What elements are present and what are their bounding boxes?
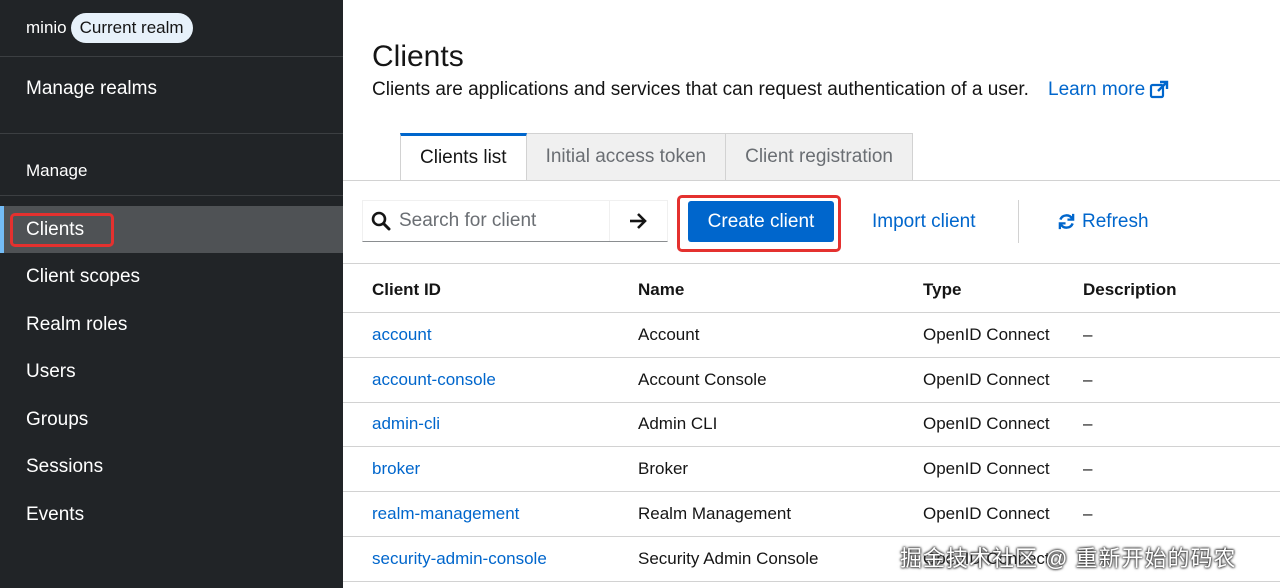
main-content: Clients Clients are applications and ser… <box>343 0 1280 588</box>
sidebar-item-label: Manage realms <box>26 77 157 99</box>
search-input[interactable] <box>399 210 609 232</box>
sidebar-item-client-scopes[interactable]: Client scopes <box>0 253 343 300</box>
sidebar-item-groups[interactable]: Groups <box>0 396 343 443</box>
client-name: Admin CLI <box>638 414 718 433</box>
sidebar: minio Current realm Manage realms Manage… <box>0 0 343 588</box>
refresh-icon <box>1058 213 1075 230</box>
client-id-link[interactable]: account <box>372 325 432 345</box>
client-id-link[interactable]: security-admin-console <box>372 549 547 569</box>
tab-client-registration[interactable]: Client registration <box>726 133 913 180</box>
sidebar-item-label: Users <box>26 360 76 382</box>
refresh-label: Refresh <box>1082 210 1149 232</box>
column-header-type[interactable]: Type <box>923 280 961 300</box>
client-name: Account Console <box>638 370 767 389</box>
table-divider <box>343 536 1280 537</box>
client-id-link[interactable]: realm-management <box>372 504 519 524</box>
learn-more-label: Learn more <box>1048 79 1146 100</box>
tab-initial-access-token[interactable]: Initial access token <box>526 133 727 180</box>
tab-label: Client registration <box>745 146 893 167</box>
column-header-client-id[interactable]: Client ID <box>372 280 441 300</box>
client-name: Security Admin Console <box>638 549 819 568</box>
tab-label: Initial access token <box>545 146 707 167</box>
create-client-highlight-box <box>677 195 841 252</box>
sidebar-item-manage-realms[interactable]: Manage realms <box>0 65 343 112</box>
client-description: – <box>1083 370 1093 389</box>
search-icon <box>363 211 399 231</box>
sidebar-item-users[interactable]: Users <box>0 348 343 395</box>
page-description: Clients are applications and services th… <box>372 79 1029 100</box>
table-divider <box>343 357 1280 358</box>
table-divider <box>343 402 1280 403</box>
table-divider <box>343 581 1280 582</box>
client-name: Realm Management <box>638 504 792 523</box>
sidebar-item-realm-roles[interactable]: Realm roles <box>0 301 343 348</box>
client-type: OpenID Connect <box>923 370 1050 389</box>
table-divider <box>343 312 1280 313</box>
sidebar-item-label: Client scopes <box>26 265 141 287</box>
toolbar-separator <box>1018 200 1019 243</box>
sidebar-item-sessions[interactable]: Sessions <box>0 443 343 490</box>
import-client-label: Import client <box>872 210 976 232</box>
sidebar-divider <box>0 133 343 134</box>
client-name: Broker <box>638 459 689 478</box>
client-id-link[interactable]: admin-cli <box>372 414 440 434</box>
tab-label: Clients list <box>420 147 507 168</box>
page-title: Clients <box>372 40 464 73</box>
realm-selector[interactable]: minio Current realm <box>26 11 193 45</box>
sidebar-divider <box>0 56 343 57</box>
client-name: Account <box>638 325 700 344</box>
toolbar-divider <box>343 263 1280 264</box>
import-client-button[interactable]: Import client <box>872 201 975 242</box>
client-type: OpenID Connect <box>923 459 1050 478</box>
sidebar-item-label: Groups <box>26 408 89 430</box>
client-description: – <box>1083 325 1093 344</box>
column-header-name[interactable]: Name <box>638 280 684 300</box>
sidebar-section-manage: Manage <box>26 161 88 180</box>
current-realm-badge: Current realm <box>70 13 193 43</box>
arrow-right-icon <box>630 213 647 229</box>
sidebar-divider <box>0 195 343 196</box>
learn-more-link[interactable]: Learn more <box>1048 79 1169 101</box>
table-divider <box>343 446 1280 447</box>
refresh-button[interactable]: Refresh <box>1057 201 1149 242</box>
sidebar-item-label: Events <box>26 503 85 525</box>
client-type: OpenID Connect <box>923 504 1050 523</box>
client-id-link[interactable]: account-console <box>372 370 496 390</box>
client-type: OpenID Connect <box>923 325 1050 344</box>
watermark: 掘金技术社区 @ 重新开始的码农 <box>900 546 1237 571</box>
search-submit-button[interactable] <box>609 201 666 241</box>
client-id-link[interactable]: broker <box>372 459 420 479</box>
tabs-divider <box>343 180 1280 181</box>
search-box <box>362 200 668 242</box>
table-divider <box>343 491 1280 492</box>
column-header-description[interactable]: Description <box>1083 280 1177 300</box>
realm-name: minio <box>26 18 67 37</box>
client-type: OpenID Connect <box>923 414 1050 433</box>
sidebar-item-label: Realm roles <box>26 313 128 335</box>
external-link-icon <box>1150 80 1169 99</box>
client-description: – <box>1083 504 1093 523</box>
sidebar-item-label: Sessions <box>26 455 104 477</box>
clients-highlight-box <box>10 213 114 247</box>
sidebar-item-events[interactable]: Events <box>0 491 343 538</box>
client-description: – <box>1083 459 1093 478</box>
tab-clients-list[interactable]: Clients list <box>400 133 527 180</box>
tabs: Clients list Initial access token Client… <box>400 133 913 181</box>
client-description: – <box>1083 414 1093 433</box>
